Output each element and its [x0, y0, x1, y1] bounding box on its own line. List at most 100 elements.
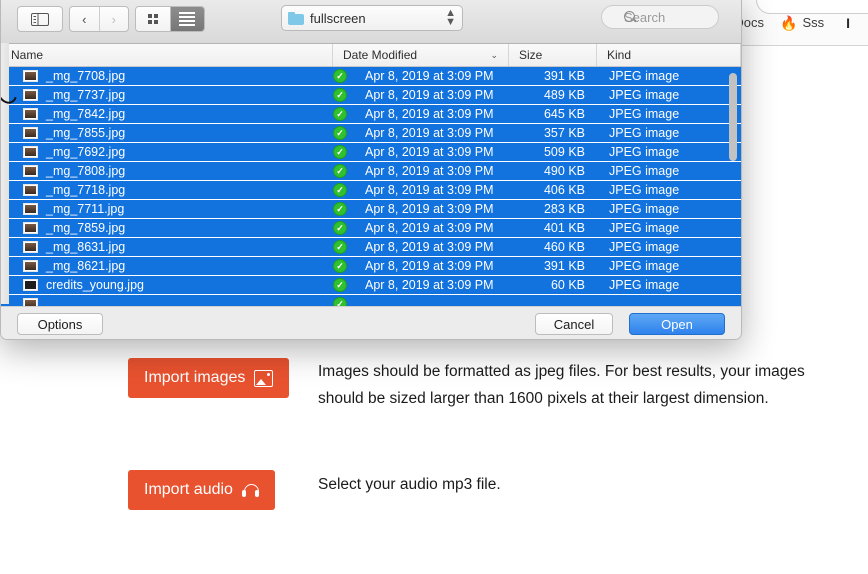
table-row[interactable]: _mg_8631.jpg ✓ Apr 8, 2019 at 3:09 PM 460 K… — [1, 238, 741, 257]
column-header-name[interactable]: Name — [1, 44, 333, 66]
icon-view-button[interactable] — [136, 7, 171, 31]
column-header-date-modified[interactable]: Date Modified ⌄ — [333, 44, 509, 66]
file-name-cell: _mg_7737.jpg — [1, 88, 333, 102]
table-row[interactable]: _mg_7711.jpg ✓ Apr 8, 2019 at 3:09 PM 283 K… — [1, 200, 741, 219]
search-icon — [624, 11, 635, 22]
downloaded-check-icon: ✓ — [333, 126, 347, 140]
file-thumbnail-icon — [23, 70, 38, 82]
file-size-cell: 357 KB — [543, 126, 585, 140]
import-images-label: Import images — [144, 369, 246, 386]
downloaded-check-icon: ✓ — [333, 278, 347, 292]
file-name-cell: _mg_7711.jpg — [1, 202, 333, 216]
back-button[interactable]: ‹ — [70, 7, 100, 31]
file-thumbnail-icon — [23, 184, 38, 196]
dialog-footer: Options Cancel Open — [1, 306, 741, 339]
import-audio-button[interactable]: Import audio — [128, 470, 275, 510]
flame-icon: 🔥 — [780, 14, 798, 31]
file-thumbnail-icon — [23, 298, 38, 306]
table-row[interactable]: _mg_7808.jpg ✓ Apr 8, 2019 at 3:09 PM 490 K… — [1, 162, 741, 181]
file-name-label: _mg_7718.jpg — [46, 183, 126, 197]
file-date-cell: Apr 8, 2019 at 3:09 PM — [365, 126, 494, 140]
file-kind-cell: JPEG image — [609, 202, 680, 216]
column-header-kind[interactable]: Kind — [597, 44, 741, 66]
file-thumbnail-icon — [23, 146, 38, 158]
import-images-button[interactable]: Import images — [128, 358, 290, 398]
file-kind-cell: JPEG image — [609, 145, 680, 159]
file-status-badge-cell: ✓ — [333, 259, 365, 273]
sidebar-toggle-button[interactable] — [17, 6, 63, 32]
table-row[interactable]: _mg_7737.jpg ✓ Apr 8, 2019 at 3:09 PM 489 K… — [1, 86, 741, 105]
file-size-cell: 401 KB — [543, 221, 585, 235]
import-images-description: Images should be formatted as jpeg files… — [318, 363, 805, 407]
file-name-label: _mg_7692.jpg — [46, 145, 126, 159]
downloaded-check-icon: ✓ — [333, 297, 347, 306]
file-thumbnail-icon — [23, 279, 38, 291]
file-thumbnail-icon — [23, 260, 38, 272]
file-name-label: _mg_7711.jpg — [46, 202, 125, 216]
file-name-cell: _mg_8621.jpg — [1, 259, 333, 273]
file-thumbnail-icon — [23, 241, 38, 253]
options-button[interactable]: Options — [17, 313, 103, 335]
file-size-cell: 489 KB — [543, 88, 585, 102]
path-popup-button[interactable]: fullscreen ▲ ▼ — [281, 5, 463, 31]
table-row[interactable]: _mg_7708.jpg ✓ Apr 8, 2019 at 3:09 PM 391 K… — [1, 67, 741, 86]
table-row[interactable]: _mg_7692.jpg ✓ Apr 8, 2019 at 3:09 PM 509 K… — [1, 143, 741, 162]
downloaded-check-icon: ✓ — [333, 164, 347, 178]
table-row[interactable]: credits_young.jpg ✓ Apr 8, 2019 at 3:09 PM… — [1, 276, 741, 295]
file-thumbnail-icon — [23, 108, 38, 120]
cancel-button[interactable]: Cancel — [535, 313, 613, 335]
view-segmented-control[interactable] — [135, 6, 205, 32]
forward-button[interactable]: › — [100, 7, 129, 31]
column-header-date-label: Date Modified — [343, 48, 418, 62]
file-date-cell: Apr 8, 2019 at 3:09 PM — [365, 145, 494, 159]
file-kind-cell: JPEG image — [609, 221, 680, 235]
file-size-cell: 460 KB — [543, 240, 585, 254]
table-row[interactable]: _mg_7842.jpg ✓ Apr 8, 2019 at 3:09 PM 645 K… — [1, 105, 741, 124]
search-input[interactable]: Search — [601, 5, 719, 29]
table-row[interactable]: _mg_8621.jpg ✓ Apr 8, 2019 at 3:09 PM 391 K… — [1, 257, 741, 276]
table-row[interactable]: _mg_7718.jpg ✓ Apr 8, 2019 at 3:09 PM 406 K… — [1, 181, 741, 200]
sort-chevron-down-icon: ⌄ — [490, 49, 498, 60]
file-size-cell: 283 KB — [543, 202, 585, 216]
file-name-label: _mg_7842.jpg — [46, 107, 126, 121]
file-status-badge-cell: ✓ — [333, 278, 365, 292]
file-date-cell: Apr 8, 2019 at 3:09 PM — [365, 164, 494, 178]
table-row[interactable]: _mg_7859.jpg ✓ Apr 8, 2019 at 3:09 PM 401 K… — [1, 219, 741, 238]
file-size-cell: 490 KB — [543, 164, 585, 178]
file-name-label: _mg_7855.jpg — [46, 126, 126, 140]
file-name-cell: _mg_7718.jpg — [1, 183, 333, 197]
file-kind-cell: JPEG image — [609, 107, 680, 121]
table-row[interactable]: ✓ — [1, 295, 741, 306]
scrollbar-thumb[interactable] — [729, 73, 737, 161]
downloaded-check-icon: ✓ — [333, 240, 347, 254]
file-status-badge-cell: ✓ — [333, 88, 365, 102]
file-kind-cell: JPEG image — [609, 183, 680, 197]
import-audio-description: Select your audio mp3 file. — [318, 476, 501, 493]
file-list-scrollbar[interactable] — [729, 73, 737, 298]
file-name-cell — [1, 298, 333, 306]
file-status-badge-cell: ✓ — [333, 126, 365, 140]
column-header-name-label: Name — [11, 48, 44, 62]
bookmark-sss-label: Sss — [802, 15, 825, 30]
file-list[interactable]: _mg_7708.jpg ✓ Apr 8, 2019 at 3:09 PM 391 K… — [1, 67, 741, 306]
file-size-cell: 60 KB — [550, 278, 585, 292]
file-date-cell: Apr 8, 2019 at 3:09 PM — [365, 183, 494, 197]
file-status-badge-cell: ✓ — [333, 221, 365, 235]
file-size-cell: 391 KB — [543, 259, 585, 273]
file-size-cell: 406 KB — [543, 183, 585, 197]
file-name-cell: _mg_8631.jpg — [1, 240, 333, 254]
open-button[interactable]: Open — [629, 313, 725, 335]
import-images-row: Import images — [128, 358, 290, 398]
file-name-label: _mg_7708.jpg — [46, 69, 126, 83]
list-view-button[interactable] — [170, 7, 204, 31]
chevron-updown-icon: ▲ ▼ — [445, 7, 456, 28]
file-kind-cell: JPEG image — [609, 126, 680, 140]
file-kind-cell: JPEG image — [609, 88, 680, 102]
file-name-label: credits_young.jpg — [46, 278, 144, 292]
column-header-size[interactable]: Size — [509, 44, 597, 66]
folder-icon — [288, 11, 304, 25]
nav-segmented-control[interactable]: ‹ › — [69, 6, 129, 32]
file-kind-cell: JPEG image — [609, 69, 680, 83]
table-row[interactable]: _mg_7855.jpg ✓ Apr 8, 2019 at 3:09 PM 357 K… — [1, 124, 741, 143]
file-date-cell: Apr 8, 2019 at 3:09 PM — [365, 69, 494, 83]
